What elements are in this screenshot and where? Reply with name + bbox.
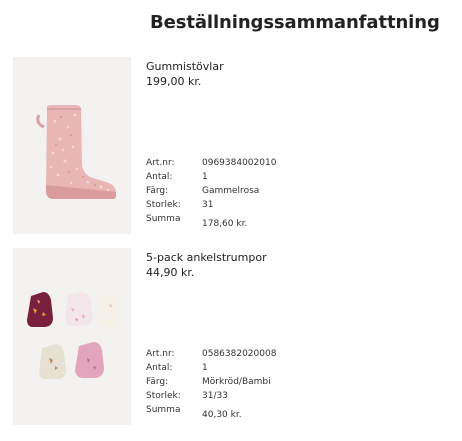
spec-label-article-number: Art.nr: bbox=[146, 158, 175, 168]
pink-rubber-boot-image bbox=[13, 57, 131, 234]
spec-value-article-number: 0969384002010 bbox=[202, 158, 277, 168]
spec-label-size: Storlek: bbox=[146, 391, 181, 401]
spec-value-color: Mörkröd/Bambi bbox=[202, 377, 271, 387]
spec-value-total: 178,60 kr. bbox=[202, 219, 248, 229]
product-name[interactable]: 5-pack ankelstrumpor bbox=[146, 251, 267, 264]
product-image[interactable] bbox=[13, 57, 131, 234]
spec-label-color: Färg: bbox=[146, 377, 169, 387]
product-price: 44,90 kr. bbox=[146, 266, 195, 279]
spec-value-quantity: 1 bbox=[202, 172, 208, 182]
spec-value-color: Gammelrosa bbox=[202, 186, 260, 196]
spec-label-total: Summa bbox=[146, 214, 181, 224]
product-name[interactable]: Gummistövlar bbox=[146, 60, 224, 73]
product-image[interactable] bbox=[13, 248, 131, 425]
page-title: Beställningssammanfattning bbox=[150, 12, 440, 33]
product-price: 199,00 kr. bbox=[146, 75, 202, 88]
spec-value-article-number: 0586382020008 bbox=[202, 349, 277, 359]
spec-label-size: Storlek: bbox=[146, 200, 181, 210]
spec-label-color: Färg: bbox=[146, 186, 169, 196]
ankle-socks-5-pack-image bbox=[13, 248, 131, 425]
spec-value-size: 31 bbox=[202, 200, 214, 210]
spec-label-article-number: Art.nr: bbox=[146, 349, 175, 359]
spec-label-quantity: Antal: bbox=[146, 172, 173, 182]
spec-value-quantity: 1 bbox=[202, 363, 208, 373]
spec-value-size: 31/33 bbox=[202, 391, 228, 401]
spec-label-quantity: Antal: bbox=[146, 363, 173, 373]
spec-label-total: Summa bbox=[146, 405, 181, 415]
spec-value-total: 40,30 kr. bbox=[202, 410, 242, 420]
